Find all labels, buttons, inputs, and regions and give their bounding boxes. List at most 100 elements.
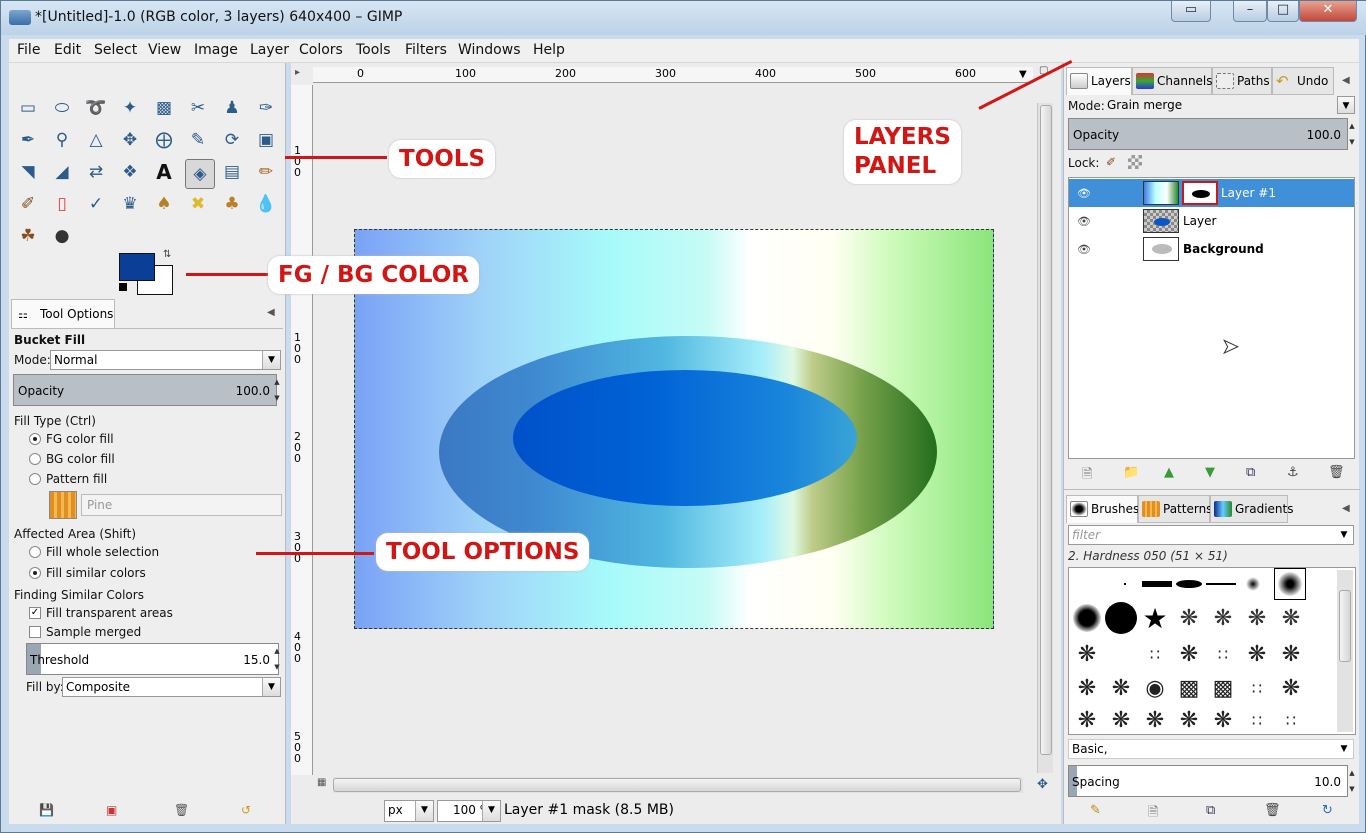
brush-preview[interactable]: ◉ <box>1139 672 1171 704</box>
scissors-icon[interactable]: ✂ <box>185 95 211 121</box>
foreground-color-swatch[interactable] <box>119 253 155 281</box>
menu-windows[interactable]: Windows <box>458 42 521 58</box>
delete-brush-icon[interactable]: 🗑 <box>1264 803 1281 818</box>
eye-icon[interactable]: 👁 <box>1077 243 1091 256</box>
brush-preview[interactable] <box>1105 602 1137 634</box>
default-colors-icon[interactable] <box>119 283 127 291</box>
brush-preview[interactable] <box>1071 602 1103 634</box>
cage-transform-icon[interactable]: ❖ <box>117 159 143 185</box>
menu-select[interactable]: Select <box>94 42 137 58</box>
fill-whole-radio[interactable] <box>29 546 41 558</box>
navigate-icon[interactable]: ✥ <box>1037 777 1048 792</box>
brush-preview[interactable] <box>1141 568 1173 600</box>
brush-preview[interactable] <box>1205 568 1237 600</box>
unit-combo[interactable]: px ▼ <box>384 800 434 822</box>
tab-menu-icon[interactable]: ◀ <box>1342 503 1350 514</box>
tab-gradients[interactable]: Gradients <box>1210 495 1293 523</box>
restore-options-icon[interactable]: ▣ <box>106 803 117 817</box>
pencil-icon[interactable]: ✏ <box>253 159 279 185</box>
dodge-burn-icon[interactable]: ● <box>49 223 75 249</box>
layer-row[interactable]: 👁 Background <box>1069 235 1354 263</box>
fg-fill-radio[interactable] <box>29 433 41 445</box>
sample-merged-checkbox[interactable] <box>29 626 41 638</box>
brush-preview[interactable]: ∷ <box>1241 704 1273 736</box>
fill-by-combo[interactable]: Composite ▼ <box>62 677 281 697</box>
color-select-icon[interactable]: ▩ <box>151 95 177 121</box>
brush-preview[interactable]: ∷ <box>1241 672 1273 704</box>
brush-preview[interactable] <box>1109 568 1141 600</box>
spacing-spin-icon[interactable]: ▲ ▼ <box>1348 765 1356 797</box>
layer-row[interactable]: 👁 Layer <box>1069 207 1354 235</box>
pattern-name-field[interactable]: Pine <box>81 494 282 516</box>
airbrush-icon[interactable]: ✓ <box>83 191 109 217</box>
brush-filter-input[interactable]: filter ▼ <box>1068 525 1354 545</box>
brush-preview[interactable]: ❋ <box>1241 638 1273 670</box>
menu-layer[interactable]: Layer <box>250 42 289 58</box>
lock-alpha-icon[interactable] <box>1128 155 1142 169</box>
brush-preview[interactable]: ❋ <box>1071 704 1103 736</box>
menu-view[interactable]: View <box>148 42 181 58</box>
brush-preview[interactable]: ❋ <box>1105 704 1137 736</box>
layer-mode-combo[interactable]: Grain merge ▼ <box>1104 96 1355 116</box>
layer-opacity-spin-icon[interactable]: ▲ ▼ <box>1348 118 1356 150</box>
scale-icon[interactable]: ▣ <box>253 127 279 153</box>
menu-colors[interactable]: Colors <box>299 42 343 58</box>
heal-icon[interactable]: ✖ <box>185 191 211 217</box>
opacity-spin-icon[interactable]: ▲ ▼ <box>273 374 281 406</box>
tab-undo[interactable]: ↶ Undo <box>1272 67 1334 95</box>
spacing-slider[interactable]: Spacing 10.0 <box>1068 765 1348 797</box>
brush-preview-selected[interactable] <box>1274 568 1306 600</box>
duplicate-layer-icon[interactable]: ⧉ <box>1246 465 1255 480</box>
brush-preset-combo[interactable]: Basic, ▼ <box>1068 739 1354 759</box>
rect-select-icon[interactable]: ▭ <box>15 95 41 121</box>
layer-mask-thumbnail[interactable] <box>1182 181 1218 205</box>
layer-row[interactable]: 👁 Layer #1 <box>1069 179 1354 207</box>
lock-pixels-icon[interactable]: ✐ <box>1106 155 1116 169</box>
tab-patterns[interactable]: Patterns <box>1138 495 1212 523</box>
duplicate-brush-icon[interactable]: ⧉ <box>1206 803 1215 818</box>
brushes-scrollbar[interactable] <box>1337 570 1353 732</box>
menu-file[interactable]: File <box>17 42 40 58</box>
foreground-select-icon[interactable]: ♟ <box>219 95 245 121</box>
blend-icon[interactable]: ▤ <box>219 159 245 185</box>
menu-arrow-icon[interactable]: ▸ <box>295 67 300 78</box>
ellipse-select-icon[interactable]: ⬭ <box>49 95 75 121</box>
fill-transparent-checkbox[interactable]: ✓ <box>29 607 41 619</box>
bucket-fill-icon[interactable]: ◈ <box>185 159 215 189</box>
brush-preview[interactable]: ❋ <box>1071 672 1103 704</box>
clone-icon[interactable]: ♠ <box>151 191 177 217</box>
vertical-scrollbar[interactable] <box>1037 103 1053 773</box>
quick-mask-icon[interactable]: ▦ <box>317 777 326 788</box>
reset-options-icon[interactable]: ↺ <box>241 803 251 817</box>
brush-preview[interactable]: ❋ <box>1173 638 1205 670</box>
menu-tools[interactable]: Tools <box>356 42 391 58</box>
tab-menu-icon[interactable]: ◀ <box>1342 75 1350 86</box>
smudge-icon[interactable]: ☘ <box>15 223 41 249</box>
raise-layer-icon[interactable]: ▲ <box>1164 465 1174 480</box>
threshold-slider[interactable]: Threshold 15.0 <box>26 643 279 675</box>
pattern-preview[interactable] <box>49 491 77 519</box>
save-options-icon[interactable]: 💾 <box>39 803 54 817</box>
tab-menu-icon[interactable]: ◀ <box>267 307 275 318</box>
maximize-button[interactable]: □ <box>1267 1 1299 22</box>
tab-layers[interactable]: Layers <box>1066 67 1132 95</box>
perspective-icon[interactable]: ◢ <box>49 159 75 185</box>
horizontal-scrollbar[interactable] <box>333 777 1023 793</box>
brush-preview[interactable]: ∷ <box>1207 638 1239 670</box>
fill-similar-radio[interactable] <box>29 567 41 579</box>
measure-icon[interactable]: △ <box>83 127 109 153</box>
vertical-scroll-thumb[interactable] <box>1040 105 1052 755</box>
eye-icon[interactable]: 👁 <box>1077 187 1091 200</box>
minimize-button[interactable]: – <box>1233 1 1267 22</box>
brush-preview[interactable]: ❋ <box>1275 638 1307 670</box>
paths-icon[interactable]: ✑ <box>253 95 279 121</box>
brush-preview[interactable]: ❋ <box>1139 704 1171 736</box>
ink-icon[interactable]: ♛ <box>117 191 143 217</box>
brush-preview[interactable]: ❋ <box>1173 704 1205 736</box>
zoom-icon[interactable]: ⚲ <box>49 127 75 153</box>
move-icon[interactable]: ✥ <box>117 127 143 153</box>
eye-icon[interactable]: 👁 <box>1077 215 1091 228</box>
new-group-icon[interactable]: 📁 <box>1123 465 1139 480</box>
tab-tool-options[interactable]: ⚏ Tool Options <box>11 299 115 329</box>
edit-brush-icon[interactable]: ✎ <box>1090 803 1101 818</box>
